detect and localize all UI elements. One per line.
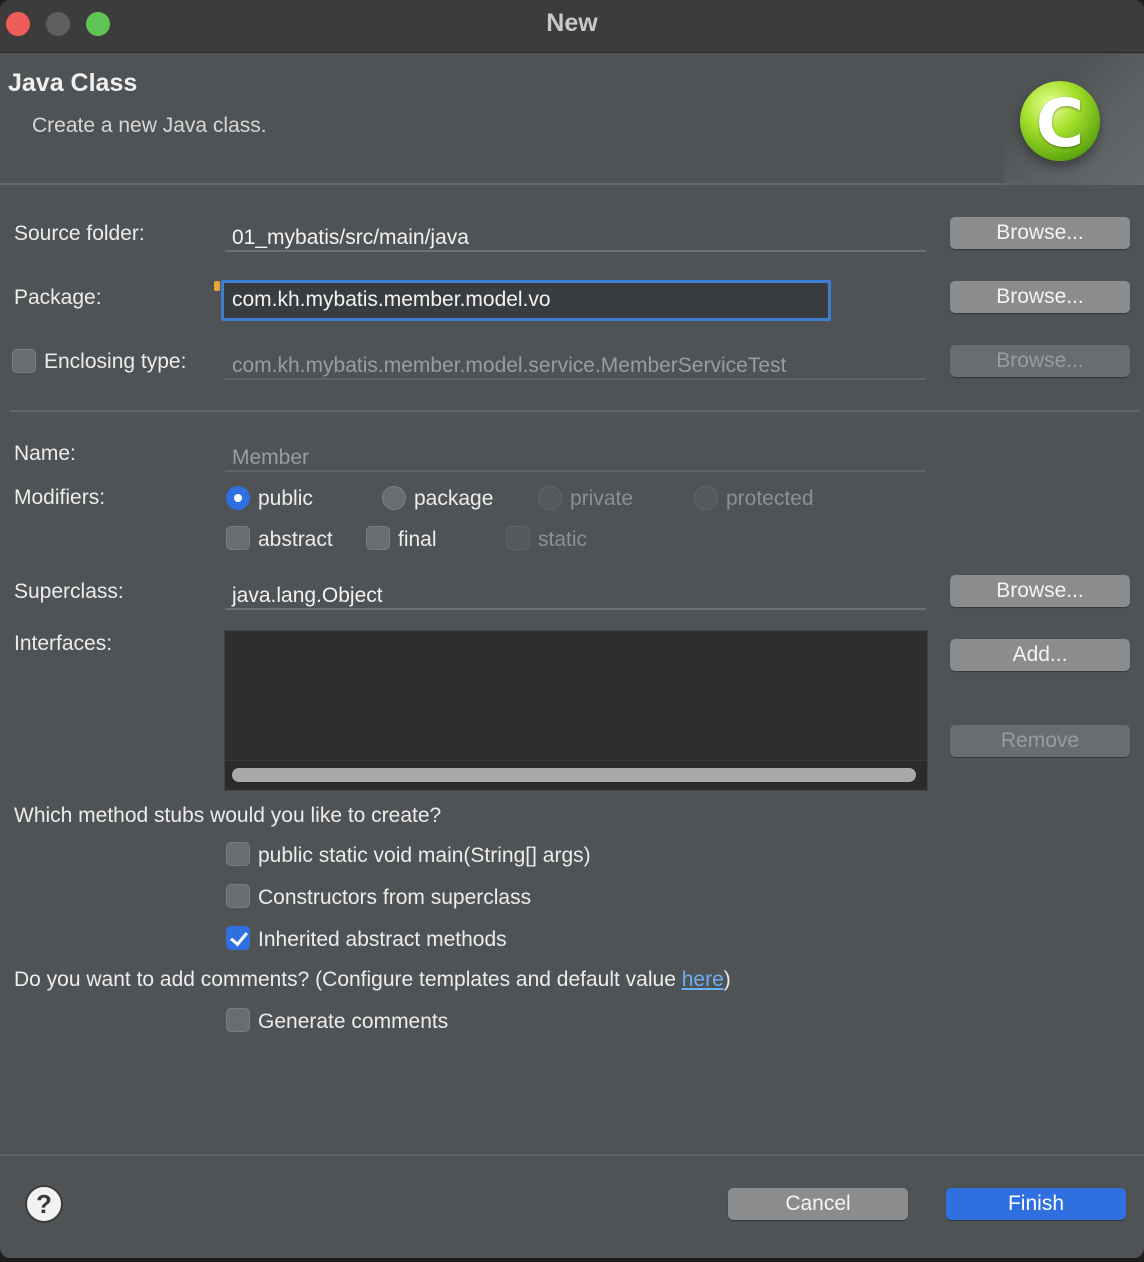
new-java-class-dialog: New Java Class Create a new Java class. …	[0, 0, 1144, 1258]
modifier-protected-radio[interactable]	[694, 486, 718, 510]
wizard-subtitle: Create a new Java class.	[32, 114, 267, 137]
modifiers-label: Modifiers:	[14, 486, 106, 509]
enclosing-type-checkbox[interactable]	[12, 349, 36, 373]
source-folder-field[interactable]: 01_mybatis/src/main/java	[225, 216, 926, 252]
superclass-label: Superclass:	[14, 580, 124, 603]
interfaces-horizontal-scrollbar[interactable]	[225, 760, 927, 790]
modifier-abstract-checkbox[interactable]	[226, 526, 250, 550]
interfaces-remove-button[interactable]: Remove	[950, 725, 1130, 757]
finish-button[interactable]: Finish	[946, 1188, 1126, 1220]
modifier-static-label: static	[538, 528, 588, 551]
wizard-header: Java Class Create a new Java class. C	[0, 54, 1144, 185]
window-title: New	[546, 9, 598, 37]
stub-main-label: public static void main(String[] args)	[258, 844, 591, 867]
stub-inherited-abstract-checkbox[interactable]	[226, 926, 250, 950]
title-bar: New	[0, 0, 1144, 53]
footer-separator	[0, 1154, 1144, 1156]
modifier-package-radio[interactable]	[382, 486, 406, 510]
superclass-field[interactable]: java.lang.Object	[225, 574, 926, 610]
interfaces-list[interactable]	[224, 630, 928, 791]
package-field[interactable]: com.kh.mybatis.member.model.vo	[221, 280, 831, 321]
method-stubs-question: Which method stubs would you like to cre…	[14, 804, 442, 827]
modifier-final-checkbox[interactable]	[366, 526, 390, 550]
stub-constructors-checkbox[interactable]	[226, 884, 250, 908]
content-assist-marker-icon	[214, 281, 220, 291]
name-field[interactable]: Member	[225, 436, 926, 472]
modifier-public-radio[interactable]	[226, 486, 250, 510]
modifier-final-label: final	[398, 528, 437, 551]
comments-question-end: )	[723, 968, 731, 991]
scrollbar-thumb[interactable]	[232, 768, 916, 782]
source-folder-label: Source folder:	[14, 222, 145, 245]
modifier-protected-label: protected	[726, 487, 814, 510]
wizard-title: Java Class	[8, 69, 138, 97]
interfaces-add-button[interactable]: Add...	[950, 639, 1130, 671]
java-class-c-icon: C	[1020, 81, 1100, 162]
package-label: Package:	[14, 286, 102, 309]
enclosing-type-label: Enclosing type:	[44, 350, 187, 373]
comments-question-text: Do you want to add comments? (Configure …	[14, 968, 682, 991]
modifier-static-checkbox[interactable]	[506, 526, 530, 550]
separator	[10, 410, 1140, 412]
stub-constructors-label: Constructors from superclass	[258, 886, 532, 909]
name-label: Name:	[14, 442, 76, 465]
superclass-browse-button[interactable]: Browse...	[950, 575, 1130, 607]
enclosing-type-field[interactable]: com.kh.mybatis.member.model.service.Memb…	[225, 344, 926, 380]
configure-templates-link[interactable]: here	[682, 968, 724, 991]
modifier-abstract-label: abstract	[258, 528, 333, 551]
source-folder-browse-button[interactable]: Browse...	[950, 217, 1130, 249]
modifier-private-label: private	[570, 487, 634, 510]
help-icon[interactable]: ?	[25, 1185, 63, 1223]
stub-main-checkbox[interactable]	[226, 842, 250, 866]
enclosing-type-browse-button[interactable]: Browse...	[950, 345, 1130, 377]
interfaces-label: Interfaces:	[14, 632, 113, 655]
package-browse-button[interactable]: Browse...	[950, 281, 1130, 313]
comments-question: Do you want to add comments? (Configure …	[14, 968, 731, 992]
stub-inherited-abstract-label: Inherited abstract methods	[258, 928, 507, 951]
generate-comments-label: Generate comments	[258, 1010, 449, 1033]
modifier-private-radio[interactable]	[538, 486, 562, 510]
modifier-public-label: public	[258, 487, 313, 510]
generate-comments-checkbox[interactable]	[226, 1008, 250, 1032]
modifier-package-label: package	[414, 487, 494, 510]
cancel-button[interactable]: Cancel	[728, 1188, 908, 1220]
